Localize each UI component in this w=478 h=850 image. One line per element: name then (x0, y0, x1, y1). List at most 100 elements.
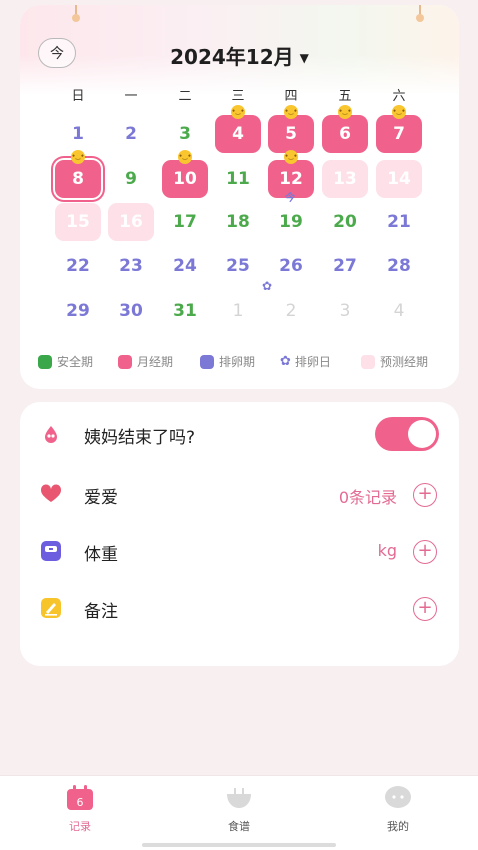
smiley-face-icon: •‿• (392, 105, 406, 119)
day-number: 2 (125, 124, 137, 144)
calendar-day[interactable]: 24 (162, 247, 208, 285)
smiley-face-icon: •‿• (284, 150, 298, 164)
calendar-day[interactable]: 11 (215, 160, 261, 198)
period-end-toggle[interactable] (375, 417, 439, 451)
calendar-day[interactable]: 28 (376, 247, 422, 285)
calendar-day[interactable]: 31 (162, 292, 208, 330)
add-love-button[interactable]: + (413, 483, 437, 507)
period-end-row: 姨妈结束了吗? (20, 414, 459, 454)
calendar-card: 今 2024年12月 ▼ 日一二三四五六 1 2 3 4 •‿• 5 •‿• 6 •‿• 7 •‿• 8… (20, 5, 459, 389)
calendar-day[interactable]: 13 (322, 160, 368, 198)
heart-icon (40, 483, 62, 505)
calendar-day-other-month[interactable]: 1 (215, 292, 261, 330)
calendar-day[interactable]: 29 (55, 292, 101, 330)
calendar-day[interactable]: 12 •‿• 今 (268, 150, 314, 204)
day-number: 22 (66, 256, 90, 276)
smiley-face-icon: •‿• (338, 105, 352, 119)
calendar-day-other-month[interactable]: 3 (322, 292, 368, 330)
legend-item: 安全期 (38, 353, 93, 370)
calendar-day[interactable]: 27 (322, 247, 368, 285)
calendar-grid: 1 2 3 4 •‿• 5 •‿• 6 •‿• 7 •‿• 8 •‿• 9 10 •‿• 11 12 •‿• 今 13 1… (20, 5, 459, 389)
add-note-button[interactable]: + (413, 597, 437, 621)
legend-item: 月经期 (118, 353, 173, 370)
calendar-day[interactable]: 20 (322, 203, 368, 241)
legend-label: 排卵期 (219, 355, 256, 369)
add-weight-button[interactable]: + (413, 540, 437, 564)
calendar-day[interactable]: 18 (215, 203, 261, 241)
day-number: 11 (226, 169, 250, 189)
day-number: 19 (279, 212, 303, 232)
day-number: 17 (173, 212, 197, 232)
day-number: 3 (179, 124, 191, 144)
love-record-count: 0条记录 (338, 488, 397, 507)
calendar-day[interactable]: 21 (376, 203, 422, 241)
bowl-icon (224, 784, 254, 812)
day-number: 2 (285, 301, 297, 321)
calendar-day[interactable]: 15 (55, 203, 101, 241)
calendar-legend: 安全期 月经期 排卵期 ✿ 排卵日 预测经期 (38, 353, 458, 373)
day-number: 1 (72, 124, 84, 144)
day-number: 20 (333, 212, 357, 232)
calendar-day[interactable]: 25 (215, 247, 261, 285)
day-number: 15 (66, 212, 90, 232)
calendar-day-other-month[interactable]: 4 (376, 292, 422, 330)
weight-row[interactable]: 体重 kg + (20, 531, 459, 571)
calendar-day[interactable]: 8 •‿• (55, 150, 101, 198)
calendar-day[interactable]: 26 ✿ (262, 247, 314, 293)
calendar-day[interactable]: 7 •‿• (376, 105, 422, 153)
day-number: 1 (232, 301, 244, 321)
calendar-day-other-month[interactable]: 2 (268, 292, 314, 330)
day-number: 27 (333, 256, 357, 276)
calendar-day[interactable]: 22 (55, 247, 101, 285)
tab-mine[interactable]: 我的 (358, 784, 438, 834)
calendar-day[interactable]: 10 •‿• (162, 150, 208, 198)
day-number: 29 (66, 301, 90, 321)
calendar-day[interactable]: 9 (108, 160, 154, 198)
weight-label: 体重 (84, 545, 118, 565)
day-number: 25 (226, 256, 250, 276)
day-number: 23 (119, 256, 143, 276)
legend-label: 月经期 (137, 355, 174, 369)
legend-swatch (200, 354, 214, 369)
day-number: 8 (72, 169, 84, 189)
note-icon (40, 597, 62, 619)
calendar-day[interactable]: 17 (162, 203, 208, 241)
calendar-day[interactable]: 19 (268, 203, 314, 241)
calendar-day[interactable]: 30 (108, 292, 154, 330)
smiley-face-icon: •‿• (178, 150, 192, 164)
calendar-day[interactable]: 4 •‿• (215, 105, 261, 153)
legend-swatch (118, 354, 132, 369)
calendar-day[interactable]: 23 (108, 247, 154, 285)
calendar-day[interactable]: 1 (55, 115, 101, 153)
day-number: 14 (387, 169, 411, 189)
legend-item: 预测经期 (361, 353, 428, 370)
day-number: 9 (125, 169, 137, 189)
weight-unit: kg (377, 541, 397, 560)
day-number: 26 (279, 256, 303, 276)
flower-icon: ✿ (280, 354, 291, 369)
day-number: 24 (173, 256, 197, 276)
calendar-day[interactable]: 6 •‿• (322, 105, 368, 153)
ovulation-flower-icon: ✿ (262, 279, 273, 293)
calendar-day[interactable]: 2 (108, 115, 154, 153)
legend-swatch (361, 354, 375, 369)
note-row[interactable]: 备注 + (20, 588, 459, 628)
day-number: 21 (387, 212, 411, 232)
day-number: 7 (393, 124, 405, 144)
tab-record[interactable]: 6 记录 (40, 784, 120, 834)
smiley-face-icon: •‿• (71, 150, 85, 164)
calendar-day[interactable]: 14 (376, 160, 422, 198)
tab-recipes[interactable]: 食谱 (199, 784, 279, 834)
day-number: 4 (232, 124, 244, 144)
chat-bubble-icon (383, 784, 413, 812)
day-number: 3 (339, 301, 351, 321)
calendar-day[interactable]: 3 (162, 115, 208, 153)
today-marker: 今 (285, 193, 295, 204)
calendar-day[interactable]: 5 •‿• (268, 105, 314, 153)
legend-swatch (38, 354, 52, 369)
note-label: 备注 (84, 602, 118, 622)
calendar-icon: 6 (65, 784, 95, 812)
love-row[interactable]: 爱爱 0条记录 + (20, 474, 459, 514)
day-number: 5 (285, 124, 297, 144)
calendar-day[interactable]: 16 (108, 203, 154, 241)
